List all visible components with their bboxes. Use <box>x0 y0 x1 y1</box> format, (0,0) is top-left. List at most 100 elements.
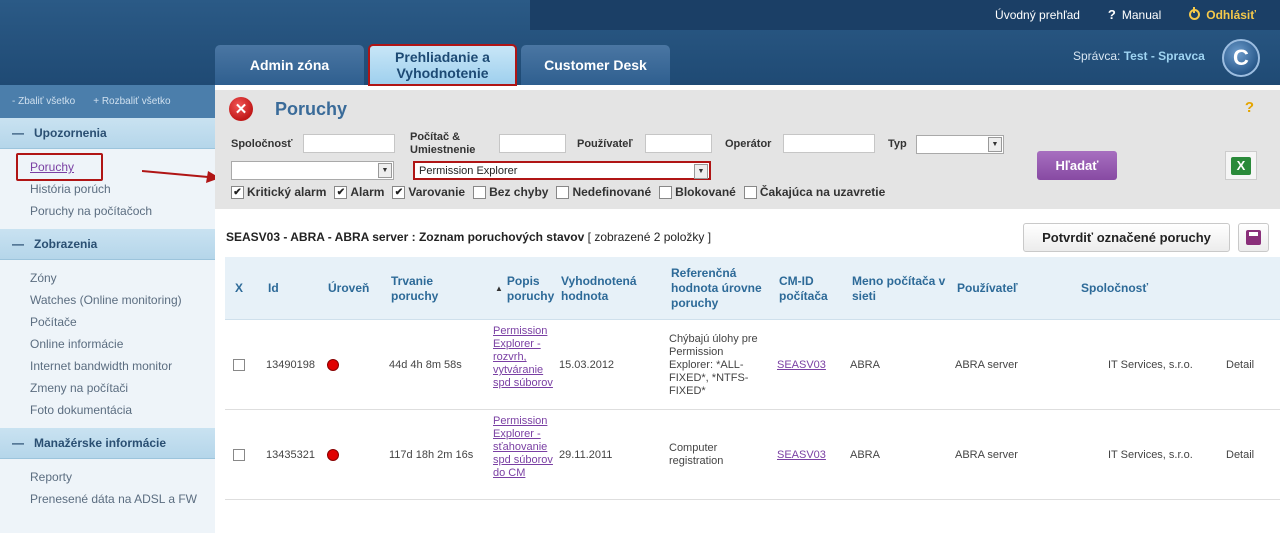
sidebar-section-management[interactable]: — Manažérske informácie <box>0 428 215 459</box>
sidebar-item-reports[interactable]: Reporty <box>30 466 215 488</box>
column-header-pc-name[interactable]: Meno počítača v sieti <box>852 257 952 320</box>
expand-all-link[interactable]: + Rozbaliť všetko <box>93 96 170 107</box>
operator-filter-input[interactable] <box>783 134 875 153</box>
table-row: 13435321 117d 18h 2m 16s Permission Expl… <box>225 410 1280 500</box>
checkbox-pending-close[interactable]: Čakajúca na uzavretie <box>743 185 885 199</box>
detail-link[interactable]: Detail <box>1226 320 1254 410</box>
cmid-link[interactable]: SEASV03 <box>777 359 826 372</box>
cell-level <box>327 410 339 500</box>
column-header-company[interactable]: Spoločnosť <box>1081 257 1171 320</box>
column-header-id[interactable]: Id <box>268 257 308 320</box>
cell-pc-name: ABRA <box>850 358 880 371</box>
user-info: Správca: Test - Spravca <box>1073 49 1205 63</box>
logout-link[interactable]: Odhlásiť <box>1189 7 1256 22</box>
tab-customer-desk[interactable]: Customer Desk <box>521 45 670 85</box>
sidebar-item-label: Reporty <box>30 470 73 484</box>
column-header-select: X <box>235 281 244 295</box>
collapse-all-link[interactable]: - Zbaliť všetko <box>12 96 75 107</box>
application-select[interactable]: Permission Explorer ▼ <box>413 161 711 180</box>
sidebar-item-zones[interactable]: Zóny <box>30 267 215 289</box>
checkbox-no-error[interactable]: Bez chyby <box>473 185 548 199</box>
column-header-level[interactable]: Úroveň <box>328 257 378 320</box>
cell-description[interactable]: Permission Explorer - rozvrh, vytváranie… <box>493 325 557 390</box>
sidebar-section-alerts[interactable]: — Upozornenia <box>0 118 215 149</box>
checkbox-box <box>233 359 245 371</box>
sidebar-item-label: Internet bandwidth monitor <box>30 359 173 373</box>
sidebar-item-label: Zóny <box>30 271 57 285</box>
sidebar: - Zbaliť všetko + Rozbaliť všetko — Upozo… <box>0 85 215 533</box>
sidebar-item-online-info[interactable]: Online informácie <box>30 333 215 355</box>
user-name[interactable]: Test - Spravca <box>1124 49 1205 63</box>
tab-admin-zone-label: Admin zóna <box>249 57 330 73</box>
sidebar-section-views-items: Zóny Watches (Online monitoring) Počítač… <box>0 260 215 428</box>
detail-link[interactable]: Detail <box>1226 410 1254 500</box>
checkbox-undefined[interactable]: Nedefinované <box>556 185 651 199</box>
column-header-duration[interactable]: Trvanie poruchy <box>391 257 451 320</box>
cell-user: ABRA server <box>955 358 1018 371</box>
list-count: [ zobrazené 2 položky ] <box>587 230 712 244</box>
company-filter-input[interactable] <box>303 134 395 153</box>
type-filter-select[interactable]: ▼ <box>916 135 1004 154</box>
sidebar-item-adsl-fw[interactable]: Prenesené dáta na ADSL a FW <box>30 488 215 510</box>
manual-link[interactable]: ? Manual <box>1108 7 1161 22</box>
sidebar-section-views[interactable]: — Zobrazenia <box>0 229 215 260</box>
logout-link-label: Odhlásiť <box>1206 7 1256 22</box>
sidebar-item-computer-changes[interactable]: Zmeny na počítači <box>30 377 215 399</box>
overview-link-label: Úvodný prehľad <box>995 7 1080 22</box>
cell-cmid[interactable]: SEASV03 <box>777 320 826 410</box>
sidebar-item-bandwidth-monitor[interactable]: Internet bandwidth monitor <box>30 355 215 377</box>
description-link[interactable]: Permission Explorer - sťahovanie spd súb… <box>493 415 553 479</box>
sidebar-item-computers[interactable]: Počítače <box>30 311 215 333</box>
checkbox-box <box>473 185 487 199</box>
cell-pc-name: ABRA <box>850 448 880 461</box>
page-header: ✕ Poruchy <box>229 97 347 121</box>
help-icon[interactable]: ? <box>1245 99 1254 116</box>
tab-browse-evaluate[interactable]: Prehliadanie a Vyhodnotenie <box>368 44 517 86</box>
row-select-checkbox[interactable] <box>233 320 245 410</box>
cell-company: IT Services, s.r.o. <box>1108 448 1193 461</box>
user-filter-input[interactable] <box>645 134 712 153</box>
sidebar-item-label: Zmeny na počítači <box>30 381 129 395</box>
tab-admin-zone[interactable]: Admin zóna <box>215 45 364 85</box>
checkbox-blocked[interactable]: Blokované <box>659 185 736 199</box>
company-select[interactable]: ▼ <box>231 161 394 180</box>
computer-filter-input[interactable] <box>499 134 566 153</box>
tab-customer-desk-label: Customer Desk <box>544 57 647 73</box>
checkbox-critical-alarm[interactable]: ✔ Kritický alarm <box>231 185 326 199</box>
sidebar-section-title: Upozornenia <box>34 126 107 140</box>
annotation-arrow <box>142 170 220 183</box>
sidebar-item-faults-on-computers[interactable]: Poruchy na počítačoch <box>30 200 215 222</box>
cell-reference: Chýbajú úlohy pre Permission Explorer: *… <box>669 332 758 397</box>
confirm-selected-button[interactable]: Potvrdiť označené poruchy <box>1023 223 1230 252</box>
collapse-icon: — <box>12 436 24 450</box>
cmid-link[interactable]: SEASV03 <box>777 449 826 462</box>
checkbox-box <box>233 449 245 461</box>
cell-duration: 44d 4h 8m 58s <box>389 358 462 371</box>
overview-link[interactable]: Úvodný prehľad <box>995 8 1080 22</box>
highlight-frame <box>16 153 103 181</box>
cell-description[interactable]: Permission Explorer - sťahovanie spd súb… <box>493 415 557 480</box>
save-button[interactable] <box>1238 223 1269 252</box>
cell-evaluated: 15.03.2012 <box>559 358 615 371</box>
column-header-cmid[interactable]: CM-ID počítača <box>779 257 839 320</box>
row-select-checkbox[interactable] <box>233 410 245 500</box>
column-header-user[interactable]: Používateľ <box>957 257 1037 320</box>
error-icon: ✕ <box>229 97 253 121</box>
sidebar-item-photo-docs[interactable]: Foto dokumentácia <box>30 399 215 421</box>
checkbox-alarm[interactable]: ✔ Alarm <box>334 185 384 199</box>
manual-link-label: Manual <box>1121 7 1162 22</box>
column-header-description[interactable]: ▲ Popis poruchy <box>495 257 555 320</box>
excel-export-button[interactable]: X <box>1225 151 1257 180</box>
top-header: Úvodný prehľad ? Manual Odhlásiť Admin zó… <box>0 0 1280 86</box>
checkbox-box <box>659 185 673 199</box>
cell-cmid[interactable]: SEASV03 <box>777 410 826 500</box>
description-link[interactable]: Permission Explorer - rozvrh, vytváranie… <box>493 325 553 389</box>
checkbox-warning[interactable]: ✔ Varovanie <box>392 185 465 199</box>
column-header-reference[interactable]: Referenčná hodnota úrovne poruchy <box>671 257 771 320</box>
column-header-evaluated[interactable]: Vyhodnotená hodnota <box>561 257 651 320</box>
user-label: Správca: <box>1073 49 1121 63</box>
chevron-down-icon: ▼ <box>694 164 708 179</box>
list-title-text: SEASV03 - ABRA - ABRA server : Zoznam po… <box>226 230 585 244</box>
search-button[interactable]: Hľadať <box>1037 151 1117 180</box>
sidebar-item-watches[interactable]: Watches (Online monitoring) <box>30 289 215 311</box>
